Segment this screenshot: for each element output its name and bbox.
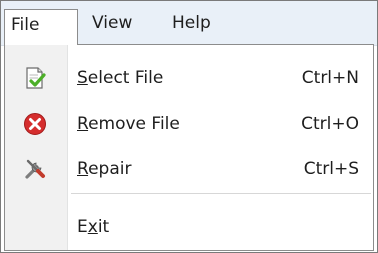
menu-separator [71, 193, 371, 194]
file-menu-dropdown: Select File Ctrl+N Remove File Ctrl+O Re… [4, 44, 374, 251]
tools-icon [23, 157, 47, 181]
menu-file[interactable]: File [4, 9, 78, 45]
menu-item-shortcut: Ctrl+S [303, 159, 359, 179]
menu-item-shortcut: Ctrl+O [301, 114, 359, 134]
application-window: File View Help Select File Ctrl+N Remove… [0, 0, 378, 253]
menu-item-shortcut: Ctrl+N [301, 68, 359, 88]
menu-item-select-file[interactable]: Select File Ctrl+N [5, 60, 373, 96]
menu-item-label: Remove File [77, 114, 180, 134]
menu-item-remove-file[interactable]: Remove File Ctrl+O [5, 106, 373, 142]
document-check-icon [23, 66, 47, 90]
menu-bar: File View Help [1, 1, 377, 46]
menu-item-repair[interactable]: Repair Ctrl+S [5, 151, 373, 187]
menu-view[interactable]: View [92, 9, 132, 37]
menu-item-label: Select File [77, 68, 164, 88]
menu-help[interactable]: Help [172, 9, 211, 37]
menu-item-label: Repair [77, 159, 132, 179]
menu-item-label: Exit [77, 217, 110, 237]
menu-item-exit[interactable]: Exit [5, 209, 373, 245]
remove-x-icon [23, 112, 47, 136]
